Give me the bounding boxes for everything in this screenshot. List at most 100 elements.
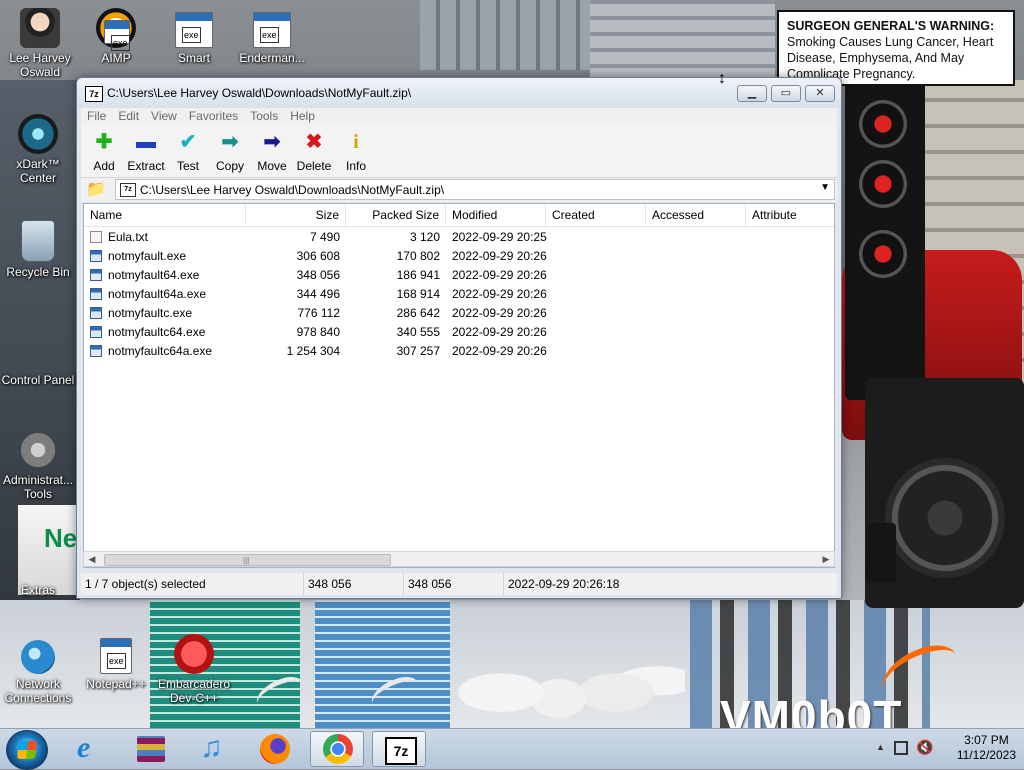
copy-button[interactable]: ➡ Copy [209,129,251,173]
wallpaper-speaker [845,80,925,400]
file-list: Name Size Packed Size Modified Created A… [83,203,835,568]
address-dropdown-icon[interactable]: ▼ [820,182,830,193]
gear-icon [18,430,58,470]
extract-button[interactable]: ▬ Extract [125,129,167,173]
exe-file-icon [90,269,102,281]
test-button[interactable]: ✔ Test [167,129,209,173]
move-arrow-icon: ➡ [263,131,281,153]
menu-help[interactable]: Help [284,108,321,125]
table-row[interactable]: notmyfault64.exe 348 056 186 941 2022-09… [84,266,834,285]
file-packed-size: 3 120 [409,230,440,244]
desktop-icon-recycle-bin[interactable]: Recycle Bin [0,220,76,279]
wallpaper-building [420,0,600,70]
scroll-left-icon[interactable]: ◀ [84,552,100,566]
title-bar[interactable]: 7z C:\Users\Lee Harvey Oswald\Downloads\… [77,78,841,108]
address-field[interactable]: 7z C:\Users\Lee Harvey Oswald\Downloads\… [115,179,835,200]
warning-text: Smoking Causes Lung Cancer, Heart Diseas… [787,35,994,81]
menu-file[interactable]: File [81,108,112,125]
info-button[interactable]: i Info [335,129,377,173]
network-icon[interactable] [894,741,908,755]
file-name: Eula.txt [108,230,149,244]
volume-muted-icon[interactable]: 🔇 [916,739,933,756]
desktop-icon-user-folder[interactable]: Lee Harvey Oswald [2,8,78,79]
resize-cursor-icon: ↕ [718,70,726,87]
table-row[interactable]: notmyfaultc.exe 776 112 286 642 2022-09-… [84,304,834,323]
column-header-name[interactable]: Name [84,204,246,226]
table-row[interactable]: notmyfaultc64a.exe 1 254 304 307 257 202… [84,342,834,361]
minimize-button[interactable]: ▁ [737,85,767,102]
scrollbar-thumb[interactable]: ||| [104,554,391,566]
desktop-icon-administrative-tools[interactable]: Administrat... Tools [0,430,76,501]
taskbar-firefox[interactable] [248,731,302,767]
column-header-packed-size[interactable]: Packed Size [346,204,446,226]
sevenzip-icon: 7z [385,737,417,765]
notepad-plus-plus-icon [100,638,132,674]
menu-view[interactable]: View [145,108,183,125]
sevenzip-app-icon[interactable]: 7z [85,86,103,102]
exe-file-icon [90,326,102,338]
desktop-icon-network-connections[interactable]: Network Connections [0,634,76,705]
minus-icon: ▬ [136,131,156,153]
scroll-right-icon[interactable]: ▶ [818,552,834,566]
delete-x-icon: ✖ [305,131,323,153]
taskbar-7zip[interactable]: 7z [372,731,426,767]
taskbar-itunes[interactable]: ♫ [186,731,240,767]
folder-up-icon: 📁 [86,181,106,198]
taskbar-winrar[interactable] [124,731,178,767]
desktop-icon-enderman[interactable]: Enderman... [234,8,310,65]
desktop-icon-label: Lee Harvey Oswald [9,51,71,79]
menu-favorites[interactable]: Favorites [183,108,244,125]
desktop-icon-control-panel[interactable]: Control Panel [0,330,76,387]
taskbar-clock[interactable]: 3:07 PM 11/12/2023 [957,733,1016,763]
table-row[interactable]: Eula.txt 7 490 3 120 2022-09-29 20:25 [84,228,834,247]
column-header-created[interactable]: Created [546,204,646,226]
menu-edit[interactable]: Edit [112,108,145,125]
column-header-attributes[interactable]: Attribute [746,204,834,226]
toolbar-label: Delete [296,159,332,173]
file-packed-size: 186 941 [396,268,440,282]
clock-date: 11/12/2023 [956,748,1016,762]
column-header-modified[interactable]: Modified [446,204,546,226]
table-row[interactable]: notmyfault.exe 306 608 170 802 2022-09-2… [84,247,834,266]
desktop-icon-smart[interactable]: Smart [156,8,232,65]
close-button[interactable]: ✕ [805,85,835,102]
column-header-size[interactable]: Size [246,204,346,226]
folder-icon [18,540,58,580]
horizontal-scrollbar[interactable]: ◀ ||| ▶ [83,551,835,567]
status-size: 348 056 [303,573,404,595]
wallpaper-speaker [866,523,896,583]
desktop-icon-embarcadero-devcpp[interactable]: Embarcadero Dev-C++ [156,634,232,705]
file-packed-size: 170 802 [396,249,440,263]
file-size: 344 496 [296,287,340,301]
file-name: notmyfaultc64a.exe [108,344,213,358]
move-button[interactable]: ➡ Move [251,129,293,173]
file-modified: 2022-09-29 20:26 [452,249,547,263]
menu-tools[interactable]: Tools [244,108,284,125]
desktop-icon-label: Recycle Bin [6,265,70,279]
add-button[interactable]: ✚ Add [83,129,125,173]
clock-time: 3:07 PM [964,733,1009,747]
exe-file-icon [90,250,102,262]
column-header-accessed[interactable]: Accessed [646,204,746,226]
up-folder-button[interactable]: 📁 [85,180,107,200]
start-button[interactable] [6,730,48,770]
exe-file-icon [90,288,102,300]
menu-bar: File Edit View Favorites Tools Help [81,108,837,125]
table-row[interactable]: notmyfaultc64.exe 978 840 340 555 2022-0… [84,323,834,342]
taskbar-internet-explorer[interactable]: e [62,731,116,767]
control-panel-icon [18,330,58,370]
desktop-icon-notepad-plus-plus[interactable]: Notepad++ [78,634,154,691]
desktop-icon-label: Network Connections [4,677,72,705]
file-size: 7 490 [309,230,340,244]
scrollbar-grip-icon: ||| [243,556,250,565]
delete-button[interactable]: ✖ Delete [293,129,335,173]
desktop-icon-xdark-center[interactable]: xDark™ Center [0,114,76,185]
taskbar-chrome[interactable] [310,731,364,767]
desktop-icon-extras[interactable]: Extras [0,540,76,597]
table-row[interactable]: notmyfault64a.exe 344 496 168 914 2022-0… [84,285,834,304]
desktop-icon-aimp[interactable]: AIMP [78,8,154,65]
show-hidden-icons-button[interactable]: ▲ [876,742,885,752]
file-packed-size: 307 257 [396,344,440,358]
wallpaper-building [590,0,775,80]
maximize-button[interactable]: ▭ [771,85,801,102]
